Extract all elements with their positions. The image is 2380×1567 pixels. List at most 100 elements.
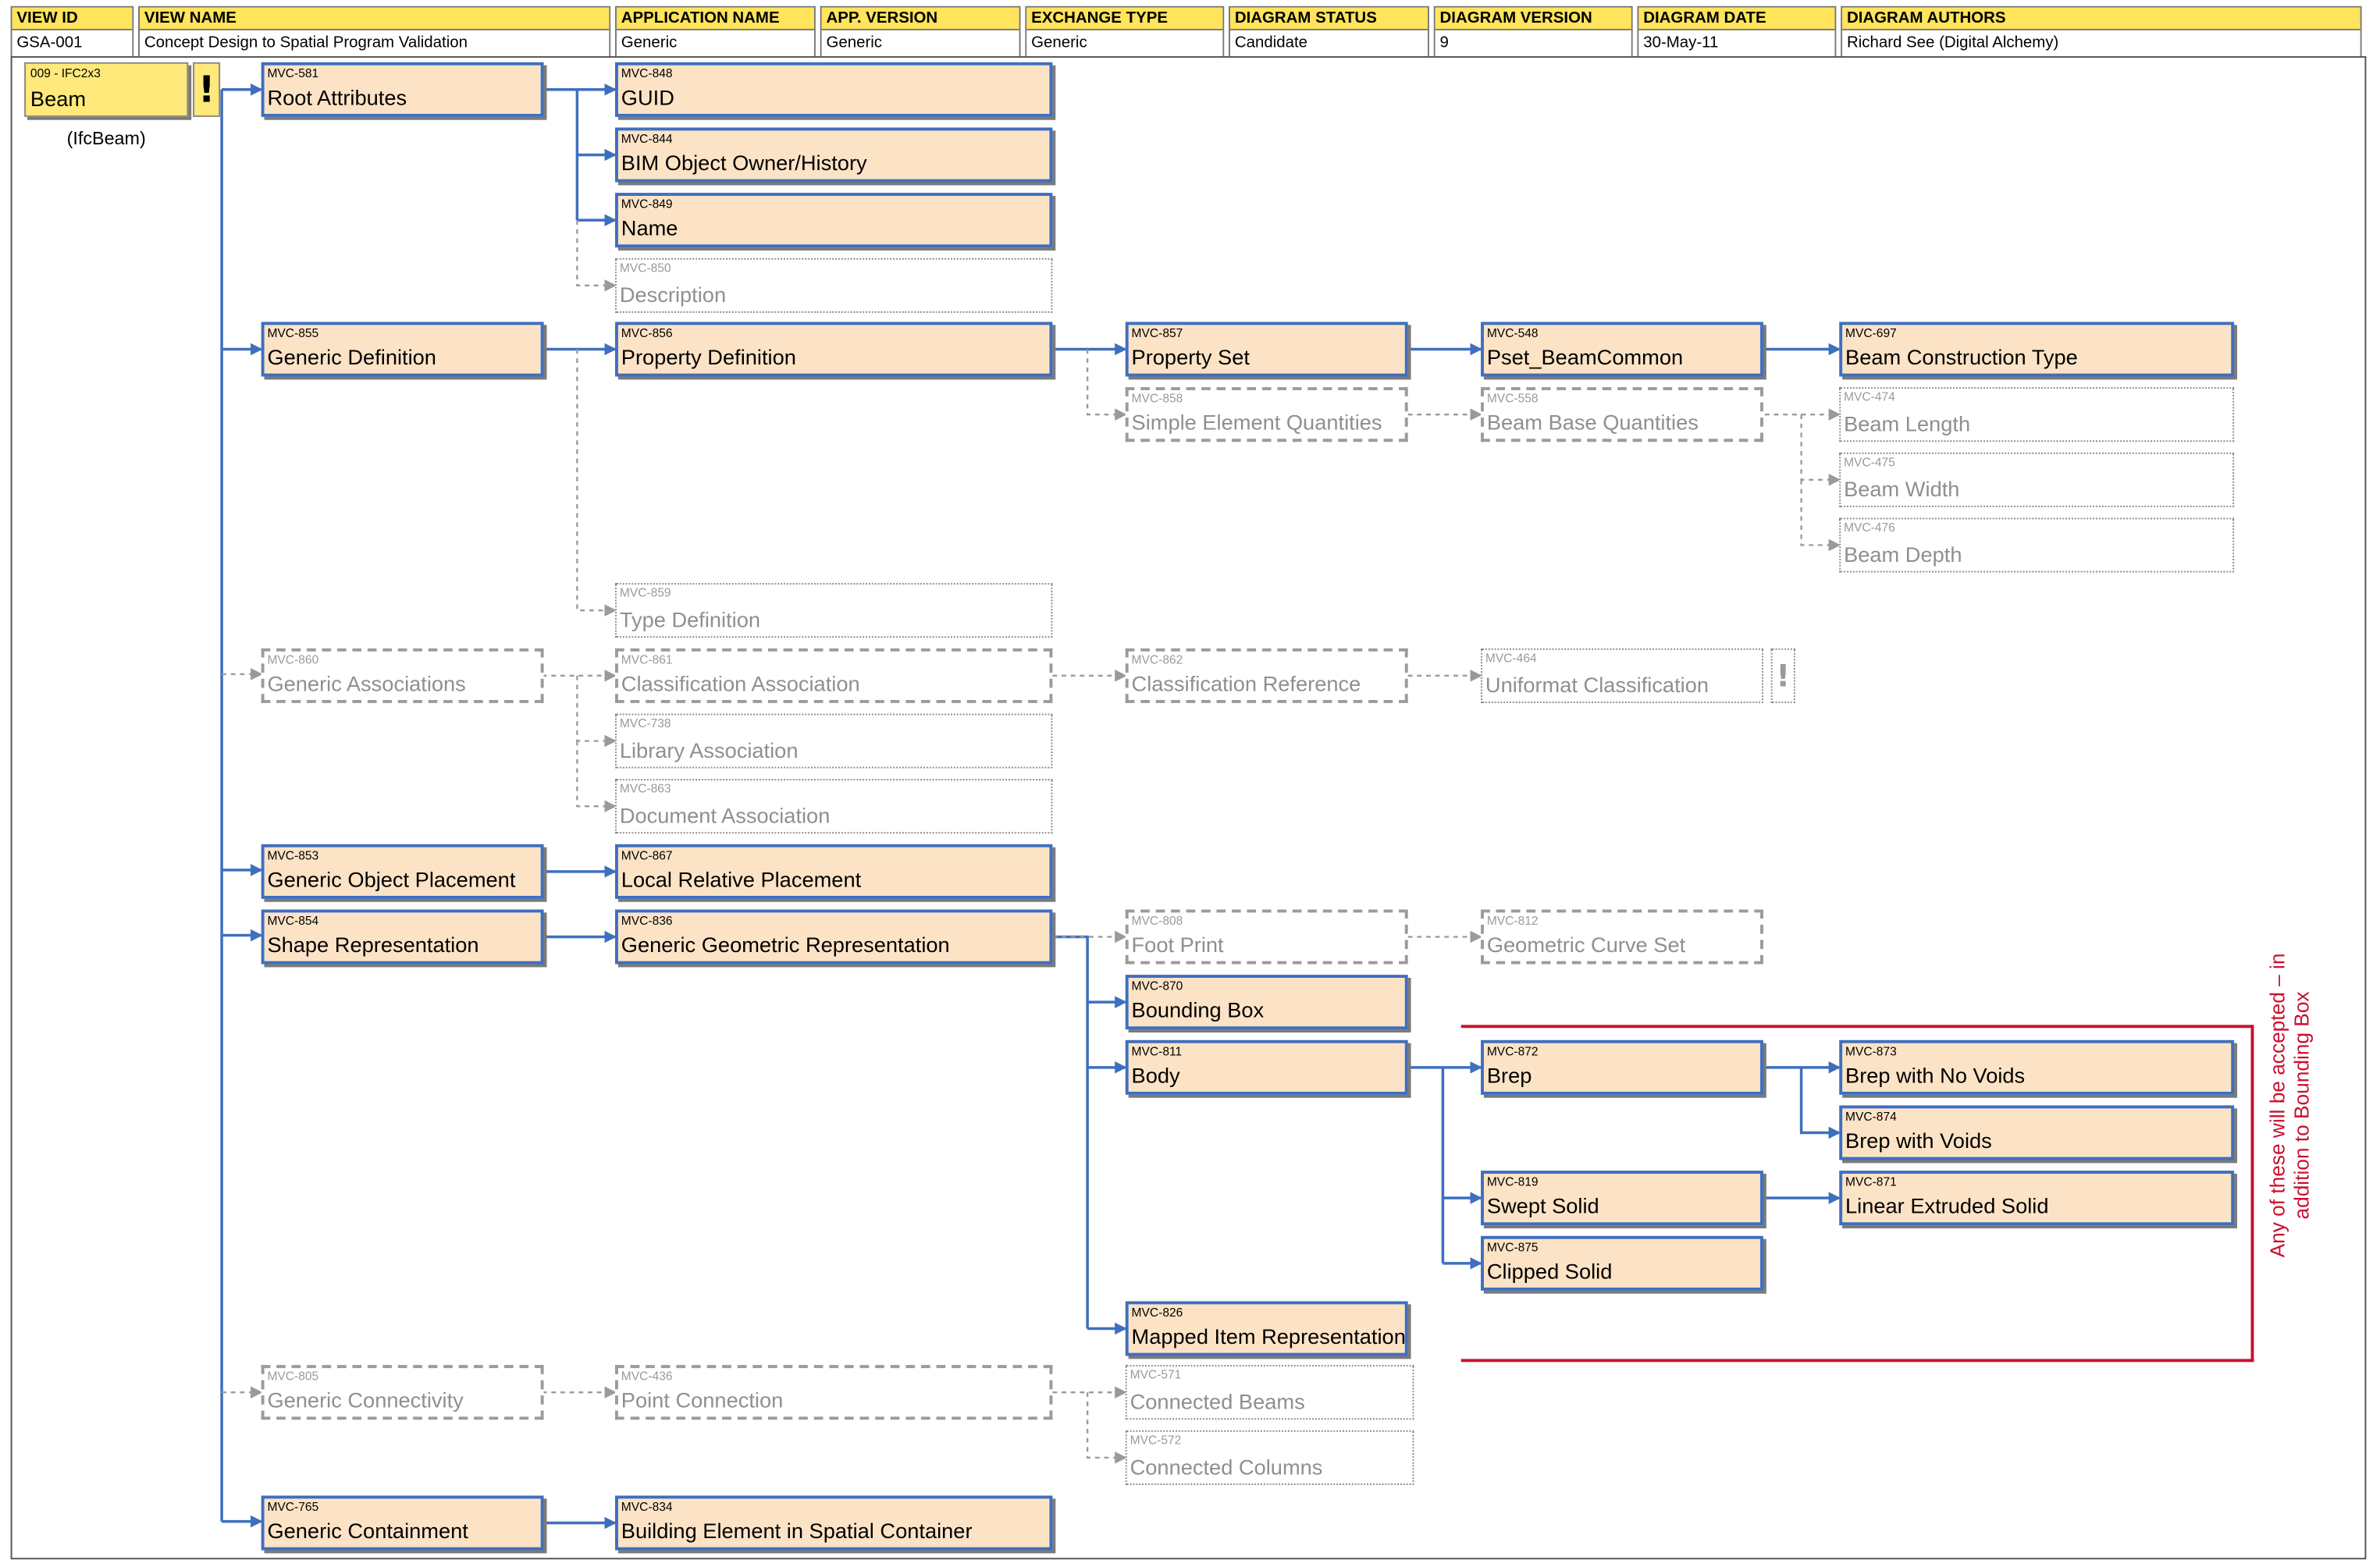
concept-node-generic-containment[interactable]: MVC-765 Generic Containment [261, 1495, 544, 1551]
concept-name: Document Association [619, 803, 831, 828]
concept-node-generic-definition[interactable]: MVC-855 Generic Definition [261, 322, 544, 377]
concept-id: MVC-870 [1131, 979, 1183, 993]
concept-id: MVC-856 [621, 326, 673, 340]
concept-node-uniformat-classification[interactable]: MVC-464 Uniformat Classification [1481, 648, 1763, 703]
concept-id: MVC-476 [1844, 521, 1895, 535]
concept-node-pset-beamcommon[interactable]: MVC-548 Pset_BeamCommon [1481, 322, 1763, 377]
concept-node-body[interactable]: MVC-811 Body [1125, 1039, 1408, 1095]
concept-id: MVC-849 [621, 197, 673, 211]
concept-node-shape-representation[interactable]: MVC-854 Shape Representation [261, 909, 544, 965]
concept-id: MVC-558 [1486, 391, 1539, 406]
concept-node-classification-reference[interactable]: MVC-862 Classification Reference [1125, 648, 1408, 703]
concept-name: Foot Print [1131, 932, 1224, 957]
concept-name: Generic Geometric Representation [621, 932, 950, 957]
concept-node-beam-construction-type[interactable]: MVC-697 Beam Construction Type [1839, 322, 2235, 377]
concept-id: MVC-862 [1131, 652, 1183, 667]
concept-id: MVC-850 [619, 261, 671, 275]
concept-node-foot-print[interactable]: MVC-808 Foot Print [1125, 909, 1408, 965]
concept-id: MVC-860 [267, 652, 319, 667]
concept-id: MVC-855 [267, 326, 319, 340]
concept-name: Beam Base Quantities [1486, 410, 1699, 435]
concept-node-bim-object-owner-history[interactable]: MVC-844 BIM Object Owner/History [615, 127, 1053, 183]
concept-node-beam-base-quantities[interactable]: MVC-558 Beam Base Quantities [1481, 387, 1763, 442]
concept-name: Connected Columns [1130, 1454, 1323, 1480]
connector [576, 741, 617, 812]
concept-node-root-attributes[interactable]: MVC-581 Root Attributes [261, 62, 544, 117]
concept-name: Geometric Curve Set [1486, 932, 1686, 957]
concept-name: Type Definition [619, 607, 761, 632]
concept-name: Property Definition [621, 344, 796, 369]
concept-id: MVC-765 [267, 1500, 319, 1514]
concept-name: Root Attributes [267, 84, 407, 110]
concept-node-library-association[interactable]: MVC-738 Library Association [615, 713, 1053, 769]
alternatives-note: Any of these will be accepted – in addit… [2265, 953, 2314, 1258]
concept-name: Generic Object Placement [267, 866, 516, 892]
concept-node-generic-connectivity[interactable]: MVC-805 Generic Connectivity [261, 1365, 544, 1420]
concept-node-classification-association[interactable]: MVC-861 Classification Association [615, 648, 1053, 703]
concept-name: Pset_BeamCommon [1486, 344, 1684, 369]
concept-id: MVC-805 [267, 1370, 319, 1384]
concept-node-property-set[interactable]: MVC-857 Property Set [1125, 322, 1408, 377]
connector [1800, 479, 1841, 552]
concept-node-beam-depth[interactable]: MVC-476 Beam Depth [1839, 517, 2235, 573]
concept-node-property-definition[interactable]: MVC-856 Property Definition [615, 322, 1053, 377]
concept-node-beam-width[interactable]: MVC-475 Beam Width [1839, 452, 2235, 507]
concept-id: MVC-854 [267, 914, 319, 928]
concept-id: MVC-848 [621, 66, 673, 81]
concept-id: MVC-548 [1486, 326, 1539, 340]
concept-name: Beam Length [1844, 411, 1971, 436]
concept-name: Generic Definition [267, 344, 436, 369]
concept-id: MVC-836 [621, 914, 673, 928]
concept-id: MVC-834 [621, 1500, 673, 1514]
concept-name: Classification Association [621, 670, 860, 696]
diagram-stage: VIEW ID GSA-001 VIEW NAME Concept Design to… [0, 0, 2380, 1567]
concept-node-local-relative-placement[interactable]: MVC-867 Local Relative Placement [615, 844, 1053, 899]
concept-name: Beam Construction Type [1845, 344, 2078, 369]
concept-node-document-association[interactable]: MVC-863 Document Association [615, 779, 1053, 834]
concept-node-generic-associations[interactable]: MVC-860 Generic Associations [261, 648, 544, 703]
concept-id: MVC-858 [1131, 391, 1183, 406]
concept-name: Description [619, 282, 727, 307]
concept-id: MVC-812 [1486, 914, 1539, 928]
entity-name: Beam [30, 86, 87, 112]
concept-name: Name [621, 215, 678, 240]
concept-node-description[interactable]: MVC-850 Description [615, 258, 1053, 313]
concept-id: MVC-857 [1131, 326, 1183, 340]
concept-node-mapped-item-representation[interactable]: MVC-826 Mapped Item Representation [1125, 1301, 1408, 1356]
concept-node-generic-object-placement[interactable]: MVC-853 Generic Object Placement [261, 844, 544, 899]
connector [576, 675, 617, 748]
concept-node-simple-element-quantities[interactable]: MVC-858 Simple Element Quantities [1125, 387, 1408, 442]
entity-ifc-class: (IfcBeam) [66, 127, 146, 149]
concept-name: Uniformat Classification [1485, 672, 1709, 698]
concept-node-guid[interactable]: MVC-848 GUID [615, 62, 1053, 117]
concept-name: Beam Depth [1844, 542, 1962, 567]
concept-id: MVC-811 [1131, 1044, 1183, 1059]
concept-id: MVC-863 [619, 782, 671, 796]
concept-name: Beam Width [1844, 476, 1960, 502]
alternatives-bracket [1460, 1025, 2254, 1363]
concept-node-bounding-box[interactable]: MVC-870 Bounding Box [1125, 975, 1408, 1030]
uniformat-flag-exclamation: ! [1770, 648, 1795, 703]
concept-node-generic-geometric-representation[interactable]: MVC-836 Generic Geometric Representation [615, 909, 1053, 965]
entity-flag-exclamation: ! [193, 62, 221, 117]
concept-name: Building Element in Spatial Container [621, 1518, 973, 1543]
concept-node-name[interactable]: MVC-849 Name [615, 193, 1053, 248]
concept-node-point-connection[interactable]: MVC-436 Point Connection [615, 1365, 1053, 1420]
concept-node-beam-length[interactable]: MVC-474 Beam Length [1839, 387, 2235, 442]
concept-name: GUID [621, 84, 674, 110]
concept-id: MVC-436 [621, 1370, 673, 1384]
root-entity-beam[interactable]: 009 - IFC2x3 Beam [24, 62, 189, 117]
concept-node-connected-columns[interactable]: MVC-572 Connected Columns [1125, 1430, 1414, 1485]
concept-name: Library Association [619, 737, 799, 762]
concept-node-geometric-curve-set[interactable]: MVC-812 Geometric Curve Set [1481, 909, 1763, 965]
concept-node-type-definition[interactable]: MVC-859 Type Definition [615, 583, 1053, 638]
connector [1086, 1392, 1127, 1464]
concept-name: Shape Representation [267, 932, 479, 957]
concept-node-connected-beams[interactable]: MVC-571 Connected Beams [1125, 1365, 1414, 1420]
concept-id: MVC-581 [267, 66, 319, 81]
concept-id: MVC-474 [1844, 390, 1895, 404]
concept-id: MVC-861 [621, 652, 673, 667]
concept-id: MVC-464 [1485, 651, 1537, 666]
concept-name: Generic Containment [267, 1518, 468, 1543]
concept-node-building-element-in-spatial-container[interactable]: MVC-834 Building Element in Spatial Conta… [615, 1495, 1053, 1551]
